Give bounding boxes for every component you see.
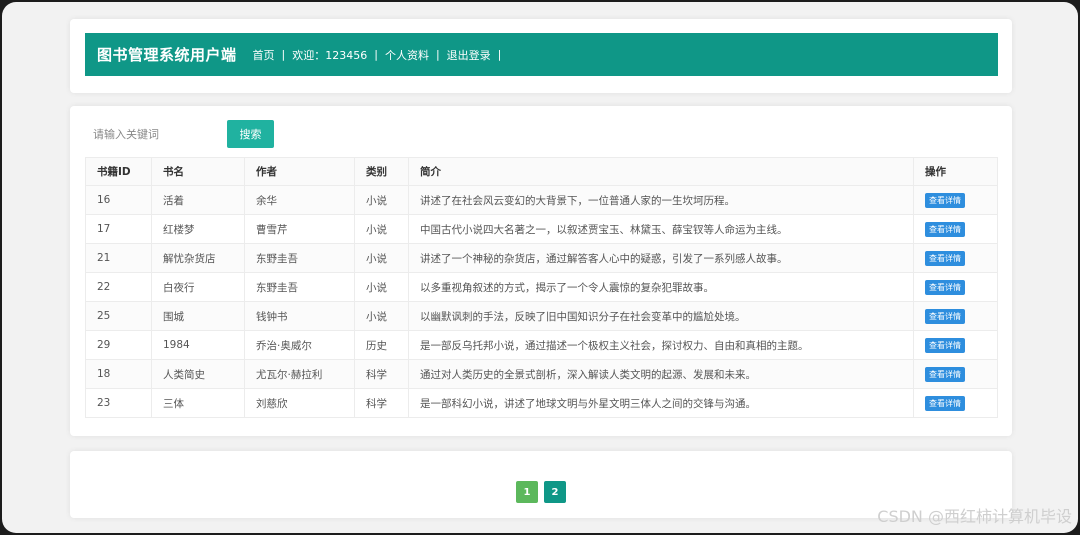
cell-author: 刘慈欣 [244,388,355,418]
nav-separator: | [281,48,286,61]
header-card: 图书管理系统用户端 首页 | 欢迎：123456 | 个人资料 | 退出登录 | [70,19,1012,93]
watermark: CSDN @西红柿计算机毕设 [877,507,1072,526]
view-detail-button[interactable]: 查看详情 [925,221,965,237]
cell-desc: 中国古代小说四大名著之一，以叙述贾宝玉、林黛玉、薛宝钗等人命运为主线。 [408,214,914,244]
cell-author: 东野圭吾 [244,272,355,302]
view-detail-button[interactable]: 查看详情 [925,337,965,353]
col-header-title: 书名 [151,157,245,186]
cell-desc: 是一部反乌托邦小说，通过描述一个极权主义社会，探讨权力、自由和真相的主题。 [408,330,914,360]
book-list-card: 搜索 书籍ID 书名 作者 类别 简介 操作 16 活着 余华 小说 讲 [70,106,1012,436]
cell-id: 25 [85,301,152,331]
cell-category: 历史 [354,330,409,360]
cell-desc: 以幽默讽刺的手法，反映了旧中国知识分子在社会变革中的尴尬处境。 [408,301,914,331]
view-detail-button[interactable]: 查看详情 [925,279,965,295]
cell-category: 小说 [354,272,409,302]
cell-id: 16 [85,185,152,215]
table-row: 22 白夜行 东野圭吾 小说 以多重视角叙述的方式，揭示了一个令人震惊的复杂犯罪… [85,272,998,302]
search-input[interactable] [86,120,224,148]
view-detail-button[interactable]: 查看详情 [925,250,965,266]
cell-title: 三体 [151,388,245,418]
cell-id: 17 [85,214,152,244]
view-detail-button[interactable]: 查看详情 [925,192,965,208]
table-row: 16 活着 余华 小说 讲述了在社会风云变幻的大背景下，一位普通人家的一生坎坷历… [85,185,998,215]
cell-category: 科学 [354,359,409,389]
table-row: 29 1984 乔治·奥威尔 历史 是一部反乌托邦小说，通过描述一个极权主义社会… [85,330,998,360]
cell-id: 18 [85,359,152,389]
search-button[interactable]: 搜索 [227,120,274,148]
view-detail-button[interactable]: 查看详情 [925,366,965,382]
cell-category: 科学 [354,388,409,418]
table-row: 23 三体 刘慈欣 科学 是一部科幻小说，讲述了地球文明与外星文明三体人之间的交… [85,388,998,418]
top-navbar: 图书管理系统用户端 首页 | 欢迎：123456 | 个人资料 | 退出登录 | [85,33,998,76]
nav-welcome-label: 欢迎：123456 [292,48,368,62]
page-button-2[interactable]: 2 [544,481,566,503]
page-button-1[interactable]: 1 [516,481,538,503]
table-header-row: 书籍ID 书名 作者 类别 简介 操作 [85,157,998,186]
nav-welcome: 欢迎：123456 [292,47,367,63]
nav-logout-label[interactable]: 退出登录 [447,47,491,63]
nav-separator: | [435,48,440,61]
col-header-action: 操作 [913,157,998,186]
col-header-category: 类别 [354,157,409,186]
cell-action: 查看详情 [913,185,998,215]
table-row: 25 围城 钱钟书 小说 以幽默讽刺的手法，反映了旧中国知识分子在社会变革中的尴… [85,301,998,331]
cell-desc: 以多重视角叙述的方式，揭示了一个令人震惊的复杂犯罪故事。 [408,272,914,302]
cell-category: 小说 [354,214,409,244]
cell-author: 曹雪芹 [244,214,355,244]
cell-action: 查看详情 [913,330,998,360]
cell-action: 查看详情 [913,388,998,418]
brand-title: 图书管理系统用户端 [97,46,237,64]
cell-title: 白夜行 [151,272,245,302]
cell-action: 查看详情 [913,243,998,273]
cell-desc: 通过对人类历史的全景式剖析，深入解读人类文明的起源、发展和未来。 [408,359,914,389]
col-header-id: 书籍ID [85,157,152,186]
cell-id: 22 [85,272,152,302]
cell-title: 1984 [151,330,245,360]
nav-separator: | [374,48,378,61]
cell-author: 余华 [244,185,355,215]
nav-profile[interactable]: 个人资料 [385,47,429,63]
cell-title: 围城 [151,301,245,331]
cell-action: 查看详情 [913,272,998,302]
table-row: 21 解忧杂货店 东野圭吾 小说 讲述了一个神秘的杂货店，通过解答客人心中的疑惑… [85,243,998,273]
table-row: 18 人类简史 尤瓦尔·赫拉利 科学 通过对人类历史的全景式剖析，深入解读人类文… [85,359,998,389]
nav-home-label[interactable]: 首页 [253,47,275,63]
cell-title: 解忧杂货店 [151,243,245,273]
cell-author: 乔治·奥威尔 [244,330,355,360]
view-detail-button[interactable]: 查看详情 [925,395,965,411]
cell-action: 查看详情 [913,214,998,244]
nav-separator: | [497,48,502,61]
cell-desc: 是一部科幻小说，讲述了地球文明与外星文明三体人之间的交锋与沟通。 [408,388,914,418]
cell-title: 红楼梦 [151,214,245,244]
cell-title: 活着 [151,185,245,215]
cell-category: 小说 [354,243,409,273]
cell-id: 23 [85,388,152,418]
book-table: 书籍ID 书名 作者 类别 简介 操作 16 活着 余华 小说 讲述了在社会风云… [85,157,998,418]
nav-logout[interactable]: 退出登录 [447,47,491,63]
cell-id: 21 [85,243,152,273]
cell-category: 小说 [354,301,409,331]
cell-title: 人类简史 [151,359,245,389]
cell-action: 查看详情 [913,301,998,331]
cell-action: 查看详情 [913,359,998,389]
cell-desc: 讲述了一个神秘的杂货店，通过解答客人心中的疑惑，引发了一系列感人故事。 [408,243,914,273]
cell-id: 29 [85,330,152,360]
table-row: 17 红楼梦 曹雪芹 小说 中国古代小说四大名著之一，以叙述贾宝玉、林黛玉、薛宝… [85,214,998,244]
cell-author: 钱钟书 [244,301,355,331]
view-detail-button[interactable]: 查看详情 [925,308,965,324]
cell-author: 东野圭吾 [244,243,355,273]
pagination-card: 1 2 [70,451,1012,518]
app-frame: 图书管理系统用户端 首页 | 欢迎：123456 | 个人资料 | 退出登录 |… [2,2,1078,533]
col-header-desc: 简介 [408,157,914,186]
cell-author: 尤瓦尔·赫拉利 [244,359,355,389]
nav-profile-label[interactable]: 个人资料 [385,47,429,63]
cell-category: 小说 [354,185,409,215]
col-header-author: 作者 [244,157,355,186]
nav-home[interactable]: 首页 [253,47,275,63]
cell-desc: 讲述了在社会风云变幻的大背景下，一位普通人家的一生坎坷历程。 [408,185,914,215]
